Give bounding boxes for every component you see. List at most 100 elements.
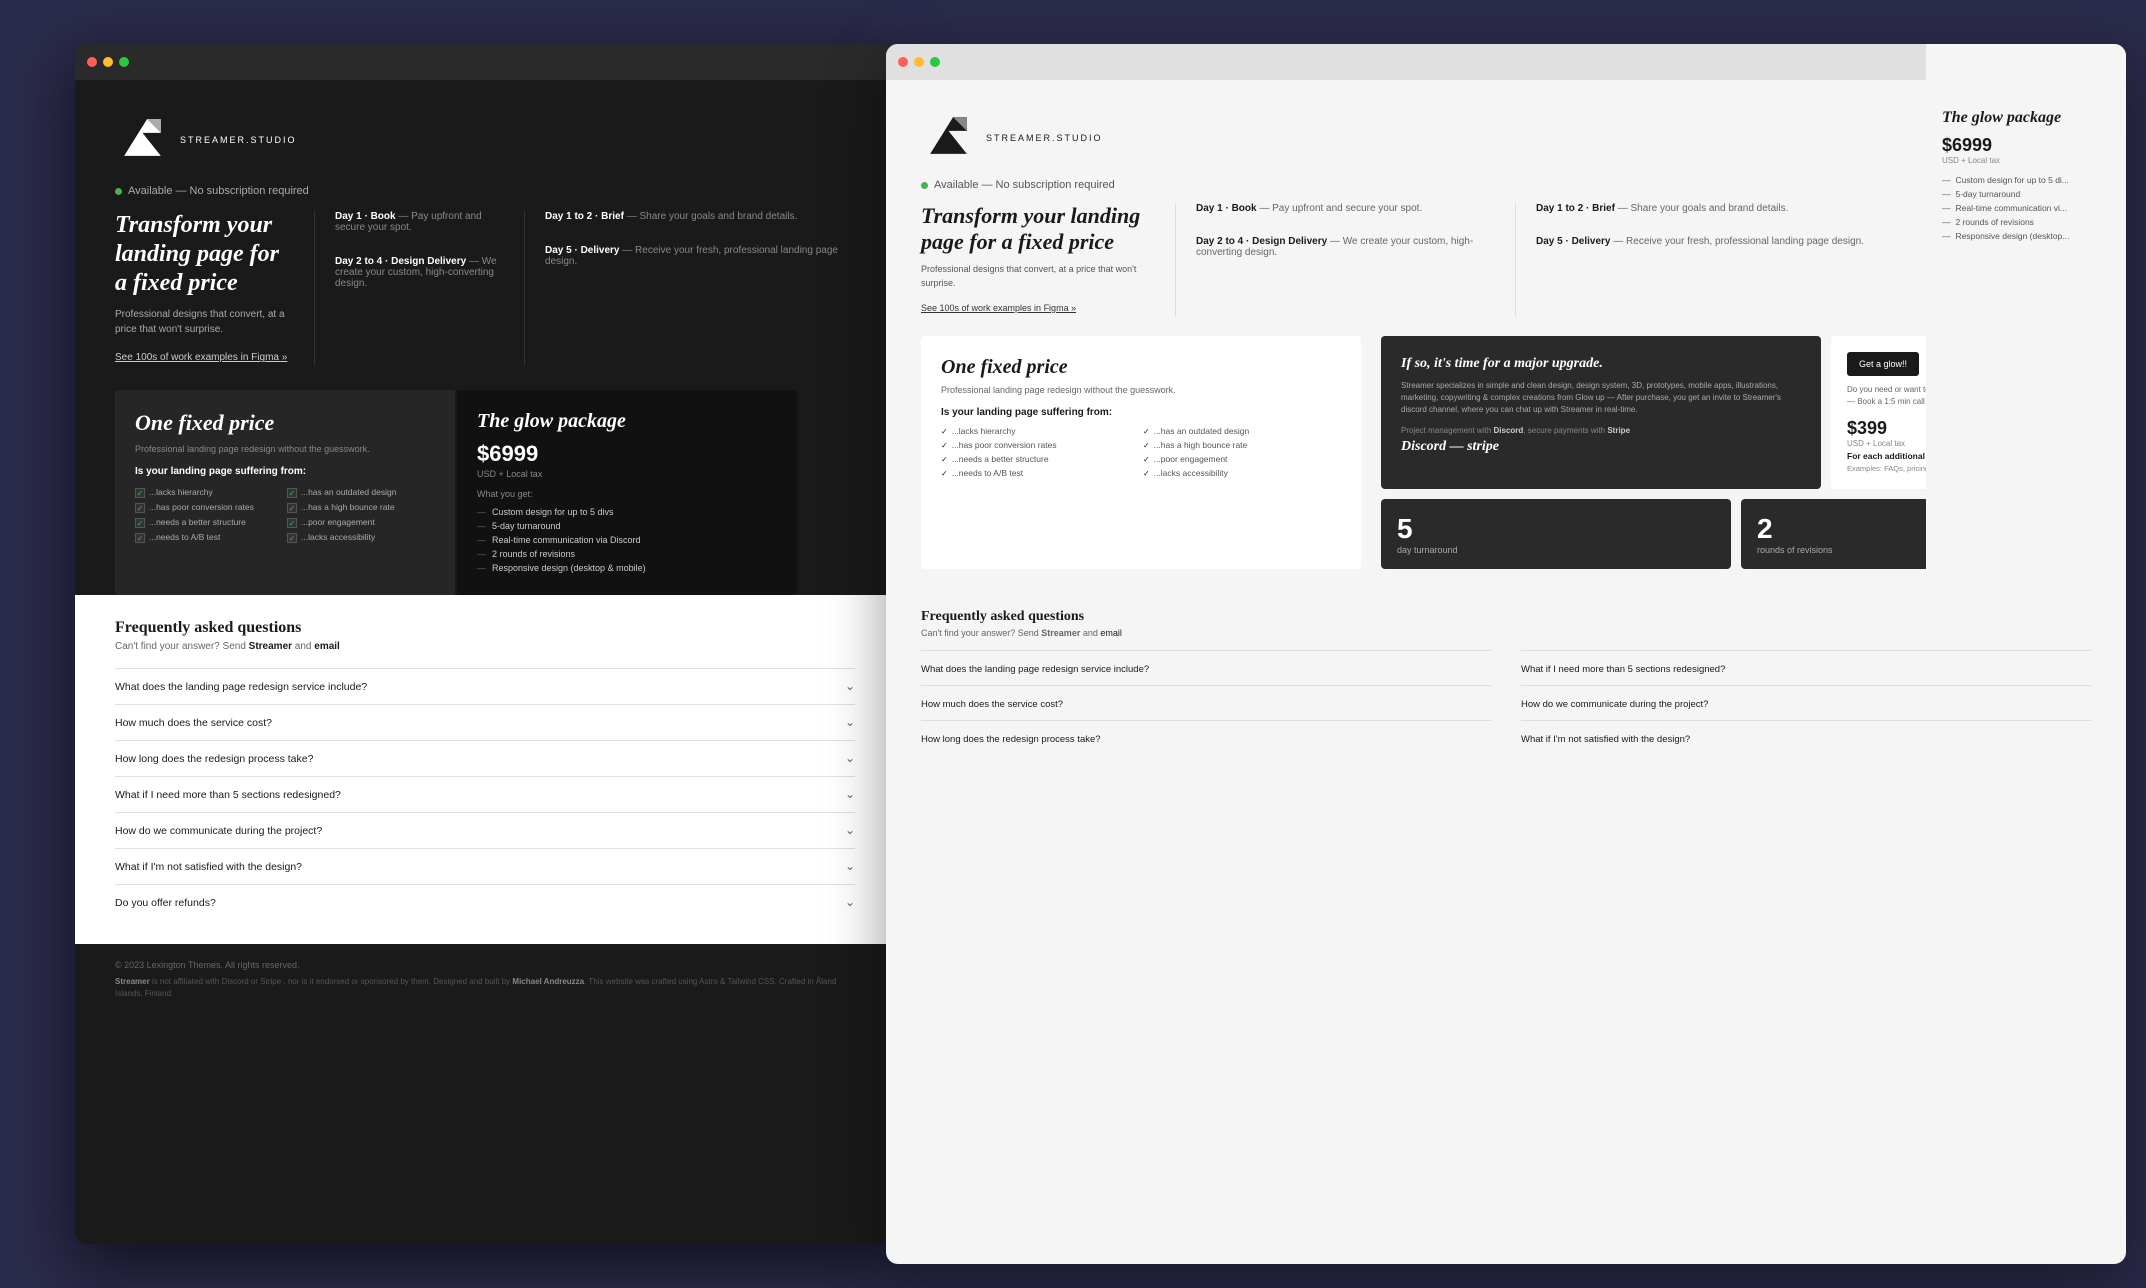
dark-price-tag: $6999 — [477, 441, 777, 467]
light-payment-text: Project management with Discord, secure … — [1401, 426, 1801, 435]
light-check-text-6: ...poor engagement — [1154, 454, 1228, 464]
light-hero-mid-col: Day 1 · Book — Pay upfront and secure yo… — [1176, 203, 1516, 316]
light-step1-title: Day 1 · Book — Pay upfront and secure yo… — [1196, 203, 1495, 214]
light-minimize-dot[interactable] — [914, 57, 924, 67]
light-check-text-3: ...has poor conversion rates — [952, 440, 1057, 450]
faq-item-7[interactable]: Do you offer refunds? ⌄ — [115, 884, 855, 920]
light-check-mark-7: ✓ — [941, 469, 948, 478]
check-item-7: ✓ ...needs to A/B test — [135, 532, 283, 543]
light-faq-q4: What if I need more than 5 sections rede… — [1521, 664, 1725, 675]
light-maximize-dot[interactable] — [930, 57, 940, 67]
check-text-8: ...lacks accessibility — [301, 532, 375, 542]
light-check-2: ✓ ...has an outdated design — [1143, 426, 1341, 436]
light-check-mark-8: ✓ — [1143, 469, 1150, 478]
get-glow-button[interactable]: Get a glow!! — [1847, 352, 1919, 376]
light-faq-email[interactable]: email — [1100, 628, 1122, 638]
light-check-6: ✓ ...poor engagement — [1143, 454, 1341, 464]
faq-q3: How long does the redesign process take? — [115, 753, 313, 765]
light-glow-f5: —Responsive design (desktop... — [1942, 229, 2110, 243]
dark-browser-chrome — [75, 44, 895, 80]
light-check-text-4: ...has a high bounce rate — [1154, 440, 1248, 450]
dark-what-you-get: What you get: — [477, 489, 777, 499]
light-faq-item-2[interactable]: How much does the service cost? — [921, 685, 1491, 720]
faq-item-6[interactable]: What if I'm not satisfied with the desig… — [115, 848, 855, 884]
dark-step-2: Day 1 to 2 · Brief — Share your goals an… — [525, 211, 855, 365]
light-glow-f2: —5-day turnaround — [1942, 187, 2110, 201]
light-check-3: ✓ ...has poor conversion rates — [941, 440, 1139, 450]
check-box-1: ✓ — [135, 488, 145, 498]
feature-1: Custom design for up to 5 divs — [477, 505, 777, 519]
check-text-5: ...needs a better structure — [149, 517, 246, 527]
light-faq-item-3[interactable]: How long does the redesign process take? — [921, 720, 1491, 755]
dark-faq-streamer-link[interactable]: Streamer — [249, 641, 292, 652]
light-glow-title: The glow package — [1942, 109, 2110, 127]
light-faq-item-1[interactable]: What does the landing page redesign serv… — [921, 650, 1491, 685]
main-wrapper: STREAMER.STUDIO Available — No subscript… — [0, 0, 2146, 1288]
dark-footer-disclaimer: Streamer is not affiliated with Discord … — [115, 976, 855, 1000]
light-faq-item-6[interactable]: What if I'm not satisfied with the desig… — [1521, 720, 2091, 755]
check-text-7: ...needs to A/B test — [149, 532, 220, 542]
light-faq-streamer[interactable]: Streamer — [1041, 628, 1080, 638]
dark-logo-area: STREAMER.STUDIO — [115, 110, 855, 165]
check-item-8: ✓ ...lacks accessibility — [287, 532, 435, 543]
faq-chevron-2: ⌄ — [845, 715, 855, 730]
light-logo-area: STREAMER.STUDIO — [921, 108, 2091, 163]
faq-item-4[interactable]: What if I need more than 5 sections rede… — [115, 776, 855, 812]
light-check-mark-4: ✓ — [1143, 441, 1150, 450]
dark-faq-sub: Can't find your answer? Send Streamer an… — [115, 641, 855, 652]
dark-figma-link[interactable]: See 100s of work examples in Figma » — [115, 352, 287, 363]
dark-glow-title: The glow package — [477, 410, 777, 433]
check-item-1: ✓ ...lacks hierarchy — [135, 487, 283, 498]
close-dot[interactable] — [87, 57, 97, 67]
light-upgrade-desc: Streamer specializes in simple and clean… — [1401, 380, 1801, 416]
light-glow-f1: —Custom design for up to 5 di... — [1942, 173, 2110, 187]
dark-step3-title: Day 1 to 2 · Brief — Share your goals an… — [545, 211, 855, 222]
check-box-6: ✓ — [287, 518, 297, 528]
dark-logo-icon — [115, 110, 170, 165]
check-item-5: ✓ ...needs a better structure — [135, 517, 283, 528]
dark-available-dot — [115, 188, 122, 195]
dark-step-1: Day 1 · Book — Pay upfront and secure yo… — [315, 211, 525, 365]
light-check-8: ✓ ...lacks accessibility — [1143, 468, 1341, 478]
dark-hero-sub: Professional designs that convert, at a … — [115, 307, 294, 337]
dark-step4-title: Day 5 · Delivery — Receive your fresh, p… — [545, 245, 855, 267]
light-faq-grid: What does the landing page redesign serv… — [921, 650, 2091, 755]
light-faq-item-4[interactable]: What if I need more than 5 sections rede… — [1521, 650, 2091, 685]
maximize-dot[interactable] — [119, 57, 129, 67]
light-logo-text: STREAMER.STUDIO — [986, 133, 1103, 143]
dark-available-badge: Available — No subscription required — [115, 185, 855, 197]
light-pricing-desc: Professional landing page redesign witho… — [941, 385, 1341, 395]
feature-3: Real-time communication via Discord — [477, 533, 777, 547]
check-box-2: ✓ — [287, 488, 297, 498]
dark-faq-email-link[interactable]: email — [314, 641, 340, 652]
minimize-dot[interactable] — [103, 57, 113, 67]
light-glow-note: USD + Local tax — [1942, 156, 2110, 165]
check-box-5: ✓ — [135, 518, 145, 528]
light-glow-sidebar: The glow package $6999 USD + Local tax —… — [1926, 44, 2126, 624]
light-figma-link[interactable]: See 100s of work examples in Figma » — [921, 303, 1076, 313]
light-suffering-title: Is your landing page suffering from: — [941, 407, 1341, 418]
light-hero-left-col: Transform your landing page for a fixed … — [921, 203, 1176, 316]
light-upgrade-title: If so, it's time for a major upgrade. — [1401, 356, 1801, 372]
light-step2-title: Day 2 to 4 · Design Delivery — We create… — [1196, 236, 1495, 258]
faq-item-5[interactable]: How do we communicate during the project… — [115, 812, 855, 848]
light-close-dot[interactable] — [898, 57, 908, 67]
light-glow-f3: —Real-time communication vi... — [1942, 201, 2110, 215]
light-available-badge: Available — No subscription required — [921, 179, 2091, 191]
light-available-text: Available — No subscription required — [934, 179, 1115, 191]
light-faq-title: Frequently asked questions — [921, 609, 2091, 625]
light-hero-sub: Professional designs that convert, at a … — [921, 263, 1155, 290]
check-box-8: ✓ — [287, 533, 297, 543]
light-hero-heading: Transform your landing page for a fixed … — [921, 203, 1155, 255]
faq-item-3[interactable]: How long does the redesign process take?… — [115, 740, 855, 776]
dark-hero-heading: Transform your landing page for a fixed … — [115, 211, 294, 297]
faq-item-1[interactable]: What does the landing page redesign serv… — [115, 668, 855, 704]
dark-footer: © 2023 Lexington Themes. All rights rese… — [75, 944, 895, 1016]
light-faq-item-5[interactable]: How do we communicate during the project… — [1521, 685, 2091, 720]
light-faq-q6: What if I'm not satisfied with the desig… — [1521, 734, 1690, 745]
dark-pricing-right: The glow package $6999 USD + Local tax W… — [457, 390, 797, 595]
faq-chevron-3: ⌄ — [845, 751, 855, 766]
faq-item-2[interactable]: How much does the service cost? ⌄ — [115, 704, 855, 740]
light-check-text-1: ...lacks hierarchy — [952, 426, 1016, 436]
light-glow-features: —Custom design for up to 5 di... —5-day … — [1942, 173, 2110, 243]
